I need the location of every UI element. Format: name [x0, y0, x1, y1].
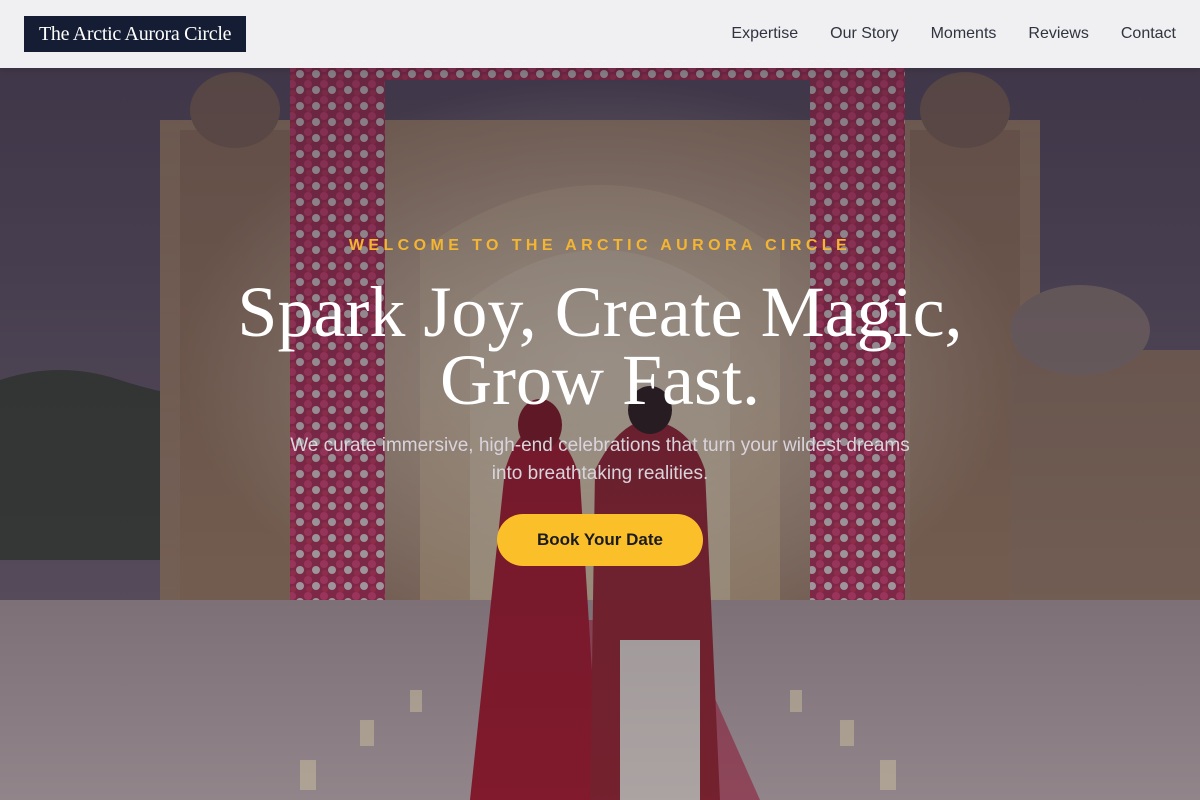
hero-headline-line-2: Grow Fast. [440, 340, 760, 420]
nav-link-reviews[interactable]: Reviews [1028, 25, 1088, 43]
nav-link-our-story[interactable]: Our Story [830, 25, 898, 43]
hero-eyebrow: WELCOME TO THE ARCTIC AURORA CIRCLE [348, 237, 852, 254]
brand-name: The Arctic Aurora Circle [39, 22, 232, 45]
hero-headline: Spark Joy, Create Magic, Grow Fast. [0, 276, 1200, 416]
nav-link-expertise[interactable]: Expertise [731, 25, 798, 43]
book-your-date-button[interactable]: Book Your Date [497, 514, 703, 566]
nav-link-contact[interactable]: Contact [1121, 25, 1176, 43]
hero-subtitle: We curate immersive, high-end celebratio… [290, 435, 910, 484]
hero-content: WELCOME TO THE ARCTIC AURORA CIRCLE Spar… [0, 230, 1200, 566]
top-navbar: The Arctic Aurora Circle Expertise Our S… [0, 0, 1200, 68]
brand-logo[interactable]: The Arctic Aurora Circle [24, 16, 247, 52]
nav-link-moments[interactable]: Moments [931, 25, 997, 43]
main-nav: Expertise Our Story Moments Reviews Cont… [731, 25, 1176, 43]
